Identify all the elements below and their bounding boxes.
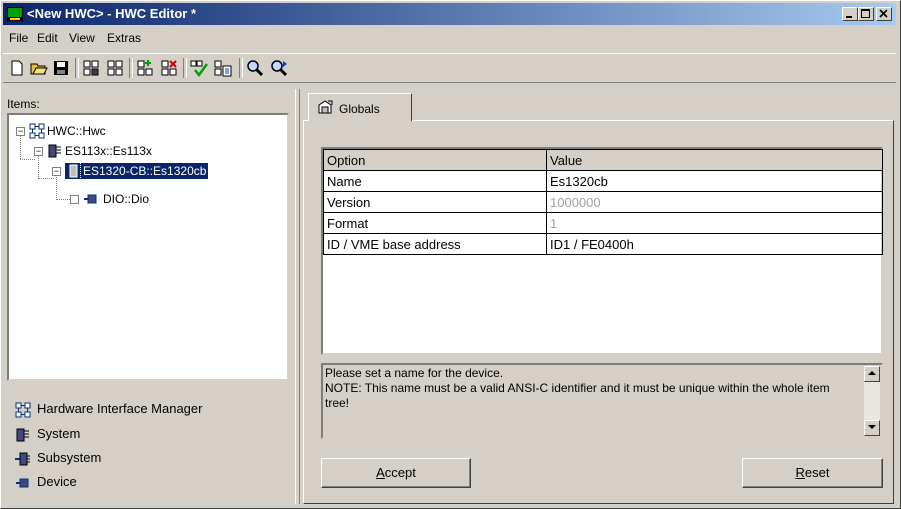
arrow-down-icon bbox=[868, 425, 876, 429]
new-icon[interactable] bbox=[7, 58, 27, 78]
option-cell: Version bbox=[323, 191, 547, 213]
reset-label: eset bbox=[804, 465, 830, 480]
value-cell-version: 1000000 bbox=[546, 191, 883, 213]
menu-view[interactable]: View bbox=[69, 31, 95, 45]
subsystem-icon bbox=[15, 452, 30, 466]
add-system-icon[interactable] bbox=[81, 58, 101, 78]
toolbar-separator bbox=[183, 58, 187, 78]
description-line: Please set a name for the device. bbox=[325, 366, 504, 380]
minimize-button[interactable] bbox=[842, 7, 858, 21]
table-header-row: Option Value bbox=[323, 149, 883, 171]
description-box: Please set a name for the device. NOTE: … bbox=[321, 363, 883, 439]
legend-label: Device bbox=[37, 474, 77, 489]
property-grid: Option Value Name Es1320cb Version 10000… bbox=[321, 147, 883, 355]
close-button[interactable] bbox=[876, 7, 892, 21]
toolbar-separator bbox=[239, 58, 243, 78]
menu-edit[interactable]: Edit bbox=[37, 31, 58, 45]
scroll-down-button[interactable] bbox=[864, 420, 880, 436]
toolbar bbox=[3, 53, 896, 83]
remove-device-icon[interactable] bbox=[159, 58, 179, 78]
generate-icon[interactable] bbox=[213, 58, 233, 78]
value-cell-name[interactable]: Es1320cb bbox=[546, 170, 883, 192]
items-label: Items: bbox=[7, 97, 40, 111]
option-cell: Name bbox=[323, 170, 547, 192]
menu-file[interactable]: File bbox=[9, 31, 28, 45]
tree-node-dio[interactable]: DIO::Dio bbox=[103, 191, 149, 207]
device-icon bbox=[84, 194, 97, 204]
maximize-button[interactable] bbox=[858, 7, 874, 21]
tab-label: Globals bbox=[339, 102, 380, 116]
tree-connector bbox=[20, 159, 35, 160]
legend-label: System bbox=[37, 426, 81, 441]
value-cell-address[interactable]: ID1 / FE0400h bbox=[546, 233, 883, 255]
column-header-option: Option bbox=[323, 149, 547, 171]
toolbar-separator bbox=[129, 58, 133, 78]
table-row[interactable]: Format 1 bbox=[323, 212, 883, 234]
globals-icon bbox=[318, 100, 333, 114]
subsystem-icon bbox=[65, 163, 81, 179]
tree-connector bbox=[20, 135, 21, 159]
table-row[interactable]: ID / VME base address ID1 / FE0400h bbox=[323, 233, 883, 255]
tab-globals[interactable]: Globals bbox=[308, 93, 412, 121]
tree-node-hwc[interactable]: HWC::Hwc bbox=[47, 123, 106, 139]
legend-label: Hardware Interface Manager bbox=[37, 401, 203, 416]
hwc-editor-window: <New HWC> - HWC Editor * File Edit View … bbox=[0, 0, 901, 509]
check-icon[interactable] bbox=[189, 58, 209, 78]
hardware-interface-manager-icon bbox=[29, 123, 45, 139]
item-tree[interactable]: − HWC::Hwc − ES113x::Es113x − ES1320-CB:… bbox=[7, 113, 289, 381]
option-cell: ID / VME base address bbox=[323, 233, 547, 255]
find-next-icon[interactable] bbox=[269, 58, 289, 78]
tree-node-es113x[interactable]: ES113x::Es113x bbox=[65, 143, 152, 159]
add-subsystem-icon[interactable] bbox=[105, 58, 125, 78]
add-device-icon[interactable] bbox=[135, 58, 155, 78]
table-row[interactable]: Version 1000000 bbox=[323, 191, 883, 213]
find-icon[interactable] bbox=[245, 58, 265, 78]
tree-connector bbox=[38, 178, 54, 179]
accept-label: ccept bbox=[384, 465, 416, 480]
save-icon[interactable] bbox=[51, 58, 71, 78]
description-scrollbar[interactable] bbox=[864, 366, 880, 436]
collapse-expander[interactable]: − bbox=[16, 127, 25, 136]
accept-button[interactable]: Accept bbox=[321, 458, 471, 488]
description-line: NOTE: This name must be a valid ANSI-C i… bbox=[325, 381, 830, 410]
collapse-expander[interactable]: − bbox=[34, 147, 43, 156]
app-icon bbox=[7, 7, 23, 21]
title-bar[interactable]: <New HWC> - HWC Editor * bbox=[3, 3, 896, 25]
pane-splitter[interactable] bbox=[295, 89, 300, 504]
hardware-interface-manager-icon bbox=[15, 402, 31, 418]
tree-node-es1320cb[interactable]: ES1320-CB::Es1320cb bbox=[79, 162, 210, 180]
open-icon[interactable] bbox=[29, 58, 49, 78]
table-row[interactable]: Name Es1320cb bbox=[323, 170, 883, 192]
property-table: Option Value Name Es1320cb Version 10000… bbox=[323, 149, 883, 255]
system-icon bbox=[16, 428, 29, 442]
value-cell-format: 1 bbox=[546, 212, 883, 234]
option-cell: Format bbox=[323, 212, 547, 234]
arrow-up-icon bbox=[868, 371, 876, 375]
tree-connector bbox=[56, 175, 57, 200]
device-icon bbox=[16, 478, 29, 488]
accept-mnemonic: A bbox=[376, 465, 385, 480]
scroll-up-button[interactable] bbox=[864, 366, 880, 382]
leaf-expander bbox=[70, 195, 79, 204]
description-text: Please set a name for the device. NOTE: … bbox=[325, 366, 857, 411]
tree-connector bbox=[38, 155, 39, 179]
maximize-icon bbox=[861, 9, 870, 18]
minimize-icon bbox=[846, 16, 852, 18]
column-header-value: Value bbox=[546, 149, 883, 171]
menu-extras[interactable]: Extras bbox=[107, 31, 141, 45]
collapse-expander[interactable]: − bbox=[52, 167, 61, 176]
menu-bar: File Edit View Extras bbox=[3, 27, 896, 49]
close-icon bbox=[879, 9, 888, 18]
window-title: <New HWC> - HWC Editor * bbox=[27, 6, 197, 21]
toolbar-separator bbox=[75, 58, 79, 78]
reset-mnemonic: R bbox=[795, 465, 805, 480]
reset-button[interactable]: Reset bbox=[742, 458, 883, 488]
system-icon bbox=[48, 144, 61, 158]
legend-label: Subsystem bbox=[37, 450, 102, 465]
